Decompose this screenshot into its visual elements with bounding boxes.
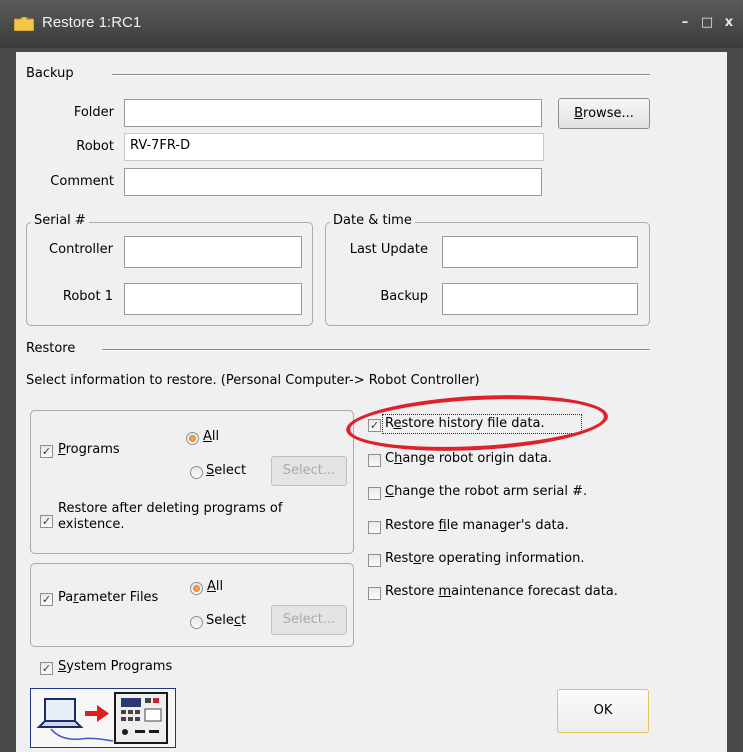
- parameter-files-checkbox[interactable]: ✓: [40, 593, 53, 606]
- change-arm-serial-label[interactable]: Change the robot arm serial #.: [385, 484, 587, 499]
- parameter-select-label[interactable]: Select: [206, 613, 246, 628]
- controller-serial-field[interactable]: [124, 236, 302, 268]
- close-button[interactable]: x: [720, 14, 738, 32]
- last-update-label: Last Update: [349, 242, 428, 257]
- programs-label[interactable]: Programs: [58, 442, 120, 457]
- parameter-select-radio[interactable]: [190, 616, 203, 629]
- minimize-button[interactable]: –: [676, 14, 694, 32]
- restore-divider: [102, 349, 650, 351]
- maintenance-forecast-checkbox[interactable]: [368, 587, 381, 600]
- dialog-client-area: Backup Folder Browse... Robot RV-7FR-D C…: [16, 52, 727, 752]
- programs-all-radio[interactable]: [186, 432, 199, 445]
- backup-date-field[interactable]: [442, 283, 638, 315]
- backup-divider: [112, 74, 650, 76]
- restore-dialog-window: Restore 1:RC1 – □ x Backup Folder Browse…: [0, 0, 743, 752]
- comment-input[interactable]: [124, 168, 542, 196]
- programs-select-label[interactable]: Select: [206, 463, 246, 478]
- parameter-all-radio[interactable]: [190, 582, 203, 595]
- file-manager-checkbox[interactable]: [368, 521, 381, 534]
- operating-info-label[interactable]: Restore operating information.: [385, 551, 585, 566]
- backup-section-label: Backup: [26, 66, 74, 81]
- comment-label: Comment: [50, 174, 114, 189]
- maximize-button[interactable]: □: [698, 14, 716, 32]
- folder-icon: [14, 17, 34, 31]
- robot1-label: Robot 1: [62, 289, 113, 304]
- programs-all-label[interactable]: All: [203, 429, 219, 444]
- file-manager-label[interactable]: Restore file manager's data.: [385, 518, 569, 533]
- restore-instruction: Select information to restore. (Personal…: [26, 373, 480, 388]
- backup-date-label: Backup: [380, 289, 428, 304]
- change-origin-label[interactable]: Change robot origin data.: [385, 451, 552, 466]
- programs-checkbox[interactable]: ✓: [40, 445, 53, 458]
- pc-to-controller-diagram: [30, 688, 176, 748]
- robot-field: RV-7FR-D: [124, 133, 544, 161]
- system-programs-checkbox[interactable]: ✓: [40, 662, 53, 675]
- ok-button[interactable]: OK: [557, 689, 649, 733]
- browse-button[interactable]: Browse...: [558, 98, 650, 129]
- programs-select-radio[interactable]: [190, 466, 203, 479]
- system-programs-label[interactable]: System Programs: [58, 659, 172, 674]
- robot-label: Robot: [76, 139, 114, 154]
- highlight-circle-annotation: [344, 389, 610, 457]
- change-origin-checkbox[interactable]: [368, 454, 381, 467]
- delete-before-restore-checkbox[interactable]: ✓: [40, 515, 53, 528]
- restore-section-label: Restore: [26, 341, 76, 356]
- parameter-all-label[interactable]: All: [207, 579, 223, 594]
- window-title: Restore 1:RC1: [42, 14, 142, 31]
- datetime-group-title: Date & time: [330, 213, 415, 228]
- folder-label: Folder: [73, 105, 114, 120]
- programs-select-button[interactable]: Select...: [271, 456, 347, 486]
- parameter-select-button[interactable]: Select...: [271, 605, 347, 635]
- operating-info-checkbox[interactable]: [368, 554, 381, 567]
- title-bar[interactable]: Restore 1:RC1 – □ x: [0, 0, 743, 48]
- controller-label: Controller: [49, 242, 113, 257]
- parameter-files-label[interactable]: Parameter Files: [58, 590, 158, 605]
- folder-input[interactable]: [124, 99, 542, 127]
- change-arm-serial-checkbox[interactable]: [368, 487, 381, 500]
- maintenance-forecast-label[interactable]: Restore maintenance forecast data.: [385, 584, 618, 599]
- last-update-field[interactable]: [442, 236, 638, 268]
- transfer-illustration-icon: [36, 692, 168, 744]
- delete-before-restore-label[interactable]: Restore after deleting programs of existe…: [58, 501, 282, 533]
- serial-group-title: Serial #: [31, 213, 89, 228]
- robot1-serial-field[interactable]: [124, 283, 302, 315]
